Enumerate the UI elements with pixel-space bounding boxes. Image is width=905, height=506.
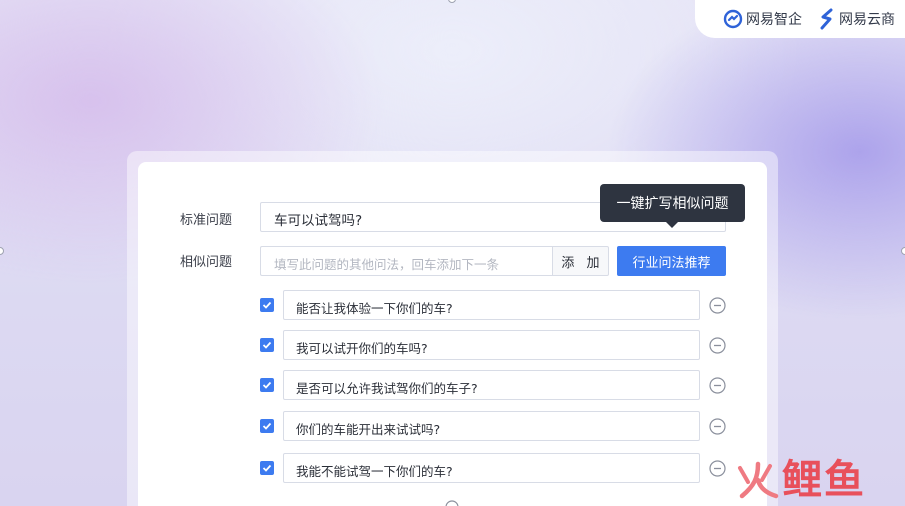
remove-circle-icon[interactable] [709, 297, 726, 314]
question-input[interactable]: 能否让我体验一下你们的车? [283, 290, 700, 320]
industry-recommend-button[interactable]: 行业问法推荐 [617, 246, 726, 276]
checkmark-icon [262, 422, 272, 430]
question-input[interactable]: 我能不能试驾一下你们的车? [283, 453, 700, 483]
question-input[interactable]: 我可以试开你们的车吗? [283, 330, 700, 360]
standard-question-label: 标准问题 [180, 213, 233, 228]
edge-handle-left [0, 247, 4, 255]
netease-yunshang-logo-icon [820, 8, 833, 30]
question-input[interactable]: 你们的车能开出来试试吗? [283, 411, 700, 441]
question-checkbox[interactable] [260, 298, 274, 312]
remove-circle-icon[interactable] [709, 337, 726, 354]
question-checkbox[interactable] [260, 461, 274, 475]
checkmark-icon [262, 464, 272, 472]
tooltip-arrow [665, 221, 679, 228]
checkmark-icon [262, 301, 272, 309]
brand-zhiqi[interactable]: 网易智企 [723, 9, 802, 29]
question-checkbox[interactable] [260, 419, 274, 433]
netease-zhiqi-logo-icon [723, 9, 743, 29]
watermark-logo: 鲤鱼 [736, 460, 866, 500]
checkmark-icon [262, 381, 272, 389]
add-button[interactable]: 添 加 [552, 246, 609, 276]
brand-yunshang-label: 网易云商 [839, 12, 895, 28]
remove-circle-icon[interactable] [709, 377, 726, 394]
checkmark-icon [262, 341, 272, 349]
similar-question-input[interactable]: 填写此问题的其他问法，回车添加下一条 [260, 246, 552, 276]
remove-circle-icon[interactable] [709, 460, 726, 477]
brand-zhiqi-label: 网易智企 [746, 12, 802, 28]
edge-handle-top [448, 0, 456, 3]
add-circle-icon[interactable] [445, 500, 459, 506]
expand-tooltip: 一键扩写相似问题 [600, 184, 745, 222]
brand-yunshang[interactable]: 网易云商 [818, 8, 895, 30]
watermark-text: 鲤鱼 [782, 457, 866, 503]
brand-bar: 网易智企 网易云商 [695, 0, 905, 38]
similar-question-label: 相似问题 [180, 255, 233, 270]
edge-handle-right [901, 247, 905, 255]
question-checkbox[interactable] [260, 338, 274, 352]
question-checkbox[interactable] [260, 378, 274, 392]
fire-mark-icon [738, 461, 779, 499]
question-input[interactable]: 是否可以允许我试驾你们的车子? [283, 370, 700, 400]
remove-circle-icon[interactable] [709, 418, 726, 435]
